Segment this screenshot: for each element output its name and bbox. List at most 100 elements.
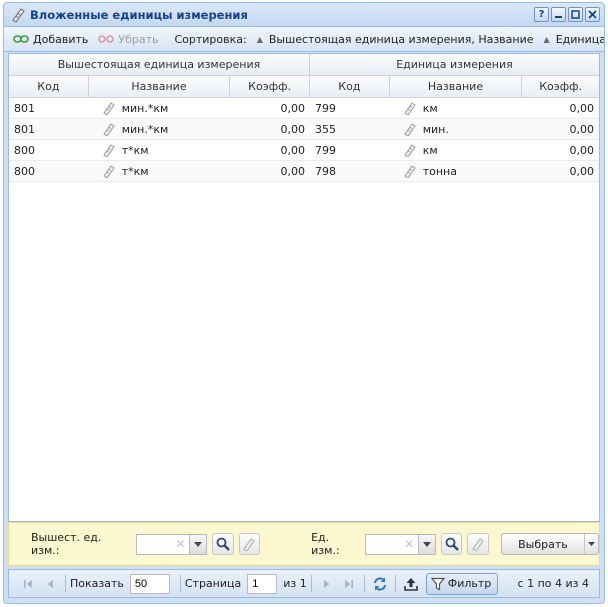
units-grid: Вышестоящая единица измерения Единица из… <box>8 53 600 522</box>
filter-toggle-button[interactable]: Фильтр <box>425 572 499 595</box>
sort-asc-icon: ▲ <box>543 34 550 44</box>
chevron-down-icon <box>193 541 202 547</box>
unit-coef-cell: 0,00 <box>569 122 594 136</box>
ruler-icon <box>472 538 484 551</box>
remove-button[interactable]: Убрать <box>93 29 163 49</box>
unit-name-cell: тонна <box>390 161 523 181</box>
table-row[interactable]: 801 мин.*км 0,00 355 мин. 0,00 <box>9 119 599 140</box>
nested-units-window: Вложенные единицы измерения ? Добавить У… <box>3 2 605 604</box>
next-page-button[interactable] <box>318 575 336 593</box>
close-button[interactable] <box>585 7 600 22</box>
unit-name-text: мин. <box>422 122 449 136</box>
unit-coef-cell: 0,00 <box>569 101 594 115</box>
unit-name-cell: км <box>390 98 523 118</box>
unit-search-button[interactable] <box>440 533 463 555</box>
select-button-arrow[interactable] <box>583 534 598 554</box>
first-page-button[interactable] <box>19 575 37 593</box>
table-row[interactable]: 801 мин.*км 0,00 799 км 0,00 <box>9 98 599 119</box>
parent-code-cell: 800 <box>14 143 35 157</box>
refresh-button[interactable] <box>371 575 389 593</box>
unit-name-cell: км <box>390 140 523 160</box>
remove-button-label: Убрать <box>118 32 159 46</box>
chevron-down-icon <box>422 541 431 547</box>
close-icon <box>588 10 597 19</box>
first-page-icon <box>24 579 32 588</box>
unit-combo[interactable]: ✕ <box>365 533 436 555</box>
add-button[interactable]: Добавить <box>8 29 93 49</box>
parent-unit-search-button[interactable] <box>211 533 234 555</box>
ruler-icon <box>404 102 416 115</box>
group-header-row: Вышестоящая единица измерения Единица из… <box>9 54 599 76</box>
unit-code-cell: 355 <box>314 122 336 136</box>
parent-unit-pick-button[interactable] <box>238 533 261 555</box>
group-header-unit: Единица измерения <box>396 58 513 71</box>
paging-info: с 1 по 4 из 4 <box>517 577 589 590</box>
dropdown-trigger[interactable] <box>417 534 435 554</box>
unit-name-text: км <box>422 143 438 157</box>
search-icon <box>216 537 230 551</box>
parent-coef-cell: 0,00 <box>280 101 305 115</box>
ruler-icon <box>404 144 416 157</box>
minimize-icon <box>555 16 562 18</box>
pager-separator <box>179 575 181 592</box>
pager-separator <box>310 575 312 592</box>
ruler-icon <box>404 165 416 178</box>
unit-coef-cell: 0,00 <box>569 143 594 157</box>
parent-name-cell: т*км <box>89 161 231 181</box>
parent-name-cell: мин.*км <box>89 119 231 139</box>
select-button[interactable]: Выбрать <box>500 533 599 555</box>
toolbar: Добавить Убрать Сортировка: ▲ Вышестояща… <box>4 27 604 52</box>
unit-pick-button[interactable] <box>467 533 489 555</box>
pager-separator <box>394 575 396 592</box>
parent-name-cell: мин.*км <box>89 98 231 118</box>
export-button[interactable] <box>402 575 420 593</box>
help-button[interactable]: ? <box>534 7 549 22</box>
unit-code-cell: 798 <box>314 164 336 178</box>
unit-code-cell: 799 <box>314 143 336 157</box>
column-header-parent-name[interactable]: Название <box>89 76 231 97</box>
unit-code-cell: 799 <box>314 101 336 115</box>
sort-asc-icon: ▲ <box>256 34 263 44</box>
ruler-icon <box>103 123 115 136</box>
last-page-icon <box>344 579 353 588</box>
sort-item-parent-name-label: Вышестоящая единица измерения, Название <box>268 32 534 46</box>
column-header-unit-name[interactable]: Название <box>390 76 523 97</box>
upload-icon <box>403 577 418 591</box>
last-page-button[interactable] <box>340 575 358 593</box>
maximize-icon <box>571 10 580 19</box>
dropdown-trigger[interactable] <box>188 534 206 554</box>
ruler-icon <box>103 165 115 178</box>
parent-name-cell: т*км <box>89 140 231 160</box>
column-header-parent-code[interactable]: Код <box>9 76 89 97</box>
ruler-icon <box>243 538 256 551</box>
page-label: Страница <box>184 577 242 590</box>
page-number-input[interactable] <box>247 573 278 594</box>
table-row[interactable]: 800 т*км 0,00 798 тонна 0,00 <box>9 161 599 182</box>
ruler-icon <box>103 144 115 157</box>
sort-item-parent-name[interactable]: ▲ Вышестоящая единица измерения, Названи… <box>252 29 539 49</box>
group-header-parent: Вышестоящая единица измерения <box>9 54 310 75</box>
clear-icon[interactable]: ✕ <box>404 537 414 551</box>
page-size-label: Показать <box>70 577 124 590</box>
add-button-label: Добавить <box>33 32 89 46</box>
prev-page-button[interactable] <box>41 575 59 593</box>
sort-item-unit[interactable]: ▲ Единица измер <box>539 29 604 49</box>
sort-label: Сортировка: <box>174 32 247 46</box>
page-total-label: из 1 <box>283 577 307 590</box>
unit-filter-label: Ед. изм.: <box>311 531 340 557</box>
pager-separator <box>363 575 365 592</box>
column-header-unit-code[interactable]: Код <box>310 76 390 97</box>
clear-icon[interactable]: ✕ <box>175 537 185 551</box>
grid-body: 801 мин.*км 0,00 799 км 0,00 801 мин.*км 0,00 355… <box>9 98 599 182</box>
filter-bar: Вышест. ед. изм.: ✕ Ед. изм.: ✕ Выбрать <box>8 522 600 566</box>
pager-separator <box>65 575 66 592</box>
maximize-button[interactable] <box>568 7 583 22</box>
table-row[interactable]: 800 т*км 0,00 799 км 0,00 <box>9 140 599 161</box>
page-size-input[interactable] <box>129 573 170 594</box>
minimize-button[interactable] <box>551 7 566 22</box>
window-titlebar[interactable]: Вложенные единицы измерения ? <box>4 3 604 27</box>
column-header-unit-coef[interactable]: Коэфф. <box>522 76 599 97</box>
ruler-icon <box>12 7 25 23</box>
parent-unit-combo[interactable]: ✕ <box>136 533 207 555</box>
column-header-parent-coef[interactable]: Коэфф. <box>230 76 310 97</box>
